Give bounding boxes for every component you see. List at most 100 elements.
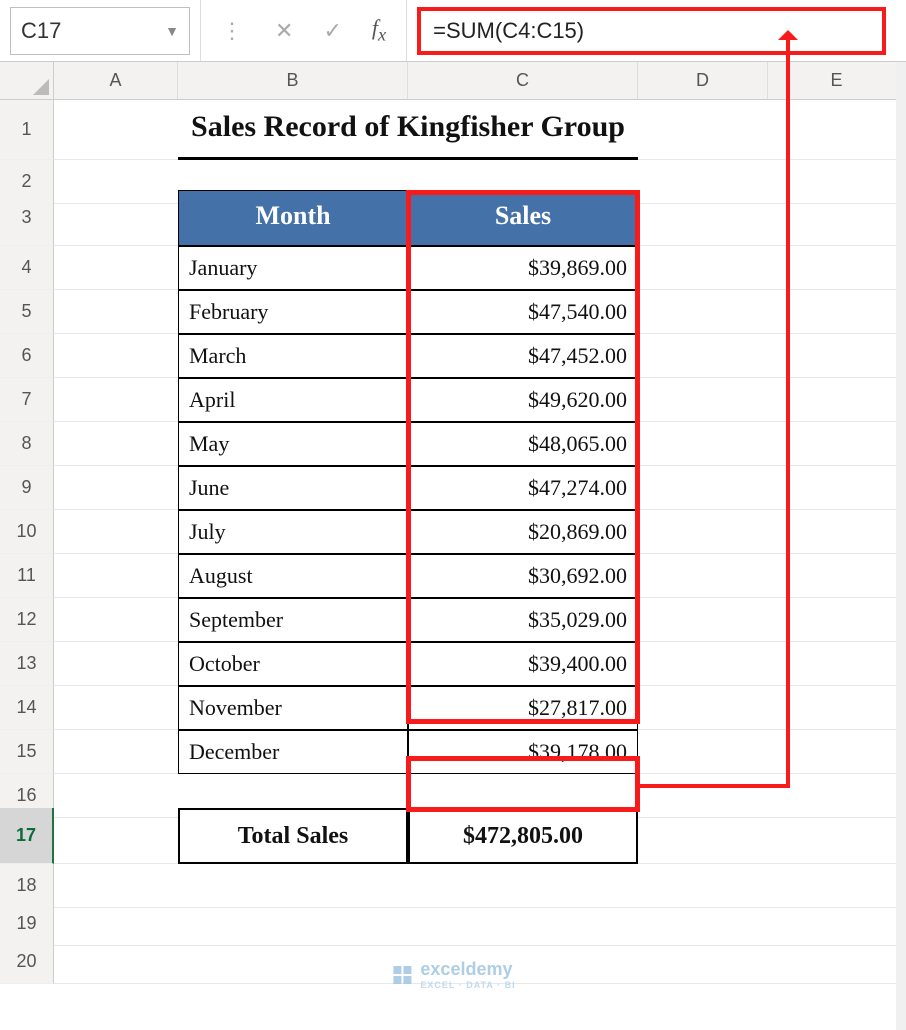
sales-cell[interactable]: $39,869.00 [408, 246, 638, 290]
cell[interactable] [638, 642, 768, 686]
sales-cell[interactable]: $20,869.00 [408, 510, 638, 554]
cell[interactable] [54, 290, 178, 334]
cell[interactable] [768, 642, 906, 686]
cell[interactable] [54, 808, 178, 864]
cell[interactable] [638, 686, 768, 730]
cell[interactable] [768, 940, 906, 984]
scrollbar-vertical[interactable] [896, 62, 906, 1030]
col-header-A[interactable]: A [54, 62, 178, 99]
cell[interactable] [54, 510, 178, 554]
row-header[interactable]: 3 [0, 190, 54, 246]
month-cell[interactable]: June [178, 466, 408, 510]
cell[interactable] [768, 554, 906, 598]
month-cell[interactable]: January [178, 246, 408, 290]
row-header[interactable]: 14 [0, 686, 54, 730]
row-header[interactable]: 8 [0, 422, 54, 466]
cell[interactable] [768, 730, 906, 774]
cell[interactable] [638, 808, 768, 864]
cell[interactable] [54, 642, 178, 686]
cell[interactable] [768, 686, 906, 730]
cell[interactable] [638, 378, 768, 422]
cell[interactable] [638, 940, 768, 984]
row-header[interactable]: 15 [0, 730, 54, 774]
spreadsheet-grid[interactable]: A B C D E 1 Sales Record of Kingfisher G… [0, 62, 906, 978]
cell[interactable] [768, 100, 906, 160]
table-header-month[interactable]: Month [178, 190, 408, 246]
name-box[interactable]: C17 ▼ [10, 7, 190, 55]
row-header[interactable]: 7 [0, 378, 54, 422]
row-header[interactable]: 13 [0, 642, 54, 686]
month-cell[interactable]: October [178, 642, 408, 686]
fx-icon[interactable]: fx [372, 15, 386, 45]
cell[interactable] [54, 246, 178, 290]
cell[interactable] [54, 466, 178, 510]
cell[interactable] [638, 554, 768, 598]
month-cell[interactable]: November [178, 686, 408, 730]
row-header[interactable]: 4 [0, 246, 54, 290]
title-cell[interactable]: Sales Record of Kingfisher Group [178, 100, 638, 160]
month-cell[interactable]: August [178, 554, 408, 598]
month-cell[interactable]: February [178, 290, 408, 334]
month-cell[interactable]: May [178, 422, 408, 466]
cell[interactable] [638, 246, 768, 290]
row-header-selected[interactable]: 17 [0, 808, 54, 864]
sales-cell[interactable]: $27,817.00 [408, 686, 638, 730]
cell[interactable] [638, 100, 768, 160]
table-header-sales[interactable]: Sales [408, 190, 638, 246]
month-cell[interactable]: July [178, 510, 408, 554]
sales-cell[interactable]: $49,620.00 [408, 378, 638, 422]
cell[interactable] [54, 334, 178, 378]
cell[interactable] [54, 598, 178, 642]
select-all-corner[interactable] [0, 62, 54, 99]
col-header-B[interactable]: B [178, 62, 408, 99]
cell[interactable] [768, 598, 906, 642]
cell[interactable] [768, 466, 906, 510]
cell[interactable] [638, 190, 768, 246]
total-label-cell[interactable]: Total Sales [178, 808, 408, 864]
sales-cell[interactable]: $47,274.00 [408, 466, 638, 510]
cell[interactable] [54, 940, 178, 984]
cell[interactable] [638, 730, 768, 774]
month-cell[interactable]: December [178, 730, 408, 774]
sales-cell[interactable]: $30,692.00 [408, 554, 638, 598]
cell[interactable] [768, 290, 906, 334]
sales-cell[interactable]: $39,178.00 [408, 730, 638, 774]
cell[interactable] [768, 246, 906, 290]
month-cell[interactable]: March [178, 334, 408, 378]
sales-cell[interactable]: $35,029.00 [408, 598, 638, 642]
col-header-D[interactable]: D [638, 62, 768, 99]
cell[interactable] [54, 686, 178, 730]
cell[interactable] [768, 190, 906, 246]
cell[interactable] [638, 510, 768, 554]
cell[interactable] [54, 378, 178, 422]
cell[interactable] [768, 422, 906, 466]
cell[interactable] [768, 808, 906, 864]
cell[interactable] [54, 190, 178, 246]
cell[interactable] [54, 100, 178, 160]
sales-cell[interactable]: $47,540.00 [408, 290, 638, 334]
cell[interactable] [638, 422, 768, 466]
row-header[interactable]: 6 [0, 334, 54, 378]
row-header[interactable]: 1 [0, 100, 54, 160]
sales-cell[interactable]: $48,065.00 [408, 422, 638, 466]
cell[interactable] [638, 334, 768, 378]
month-cell[interactable]: April [178, 378, 408, 422]
row-header[interactable]: 20 [0, 940, 54, 984]
cell[interactable] [178, 940, 408, 984]
cell[interactable] [768, 378, 906, 422]
total-value-cell[interactable]: $472,805.00 [408, 808, 638, 864]
chevron-down-icon[interactable]: ▼ [165, 23, 179, 39]
month-cell[interactable]: September [178, 598, 408, 642]
row-header[interactable]: 11 [0, 554, 54, 598]
sales-cell[interactable]: $47,452.00 [408, 334, 638, 378]
cell[interactable] [768, 334, 906, 378]
row-header[interactable]: 5 [0, 290, 54, 334]
cell[interactable] [638, 290, 768, 334]
cancel-icon[interactable]: ✕ [275, 18, 293, 44]
row-header[interactable]: 9 [0, 466, 54, 510]
col-header-E[interactable]: E [768, 62, 906, 99]
cell[interactable] [638, 466, 768, 510]
cell[interactable] [638, 598, 768, 642]
enter-icon[interactable]: ✓ [323, 18, 341, 44]
cell[interactable] [54, 730, 178, 774]
